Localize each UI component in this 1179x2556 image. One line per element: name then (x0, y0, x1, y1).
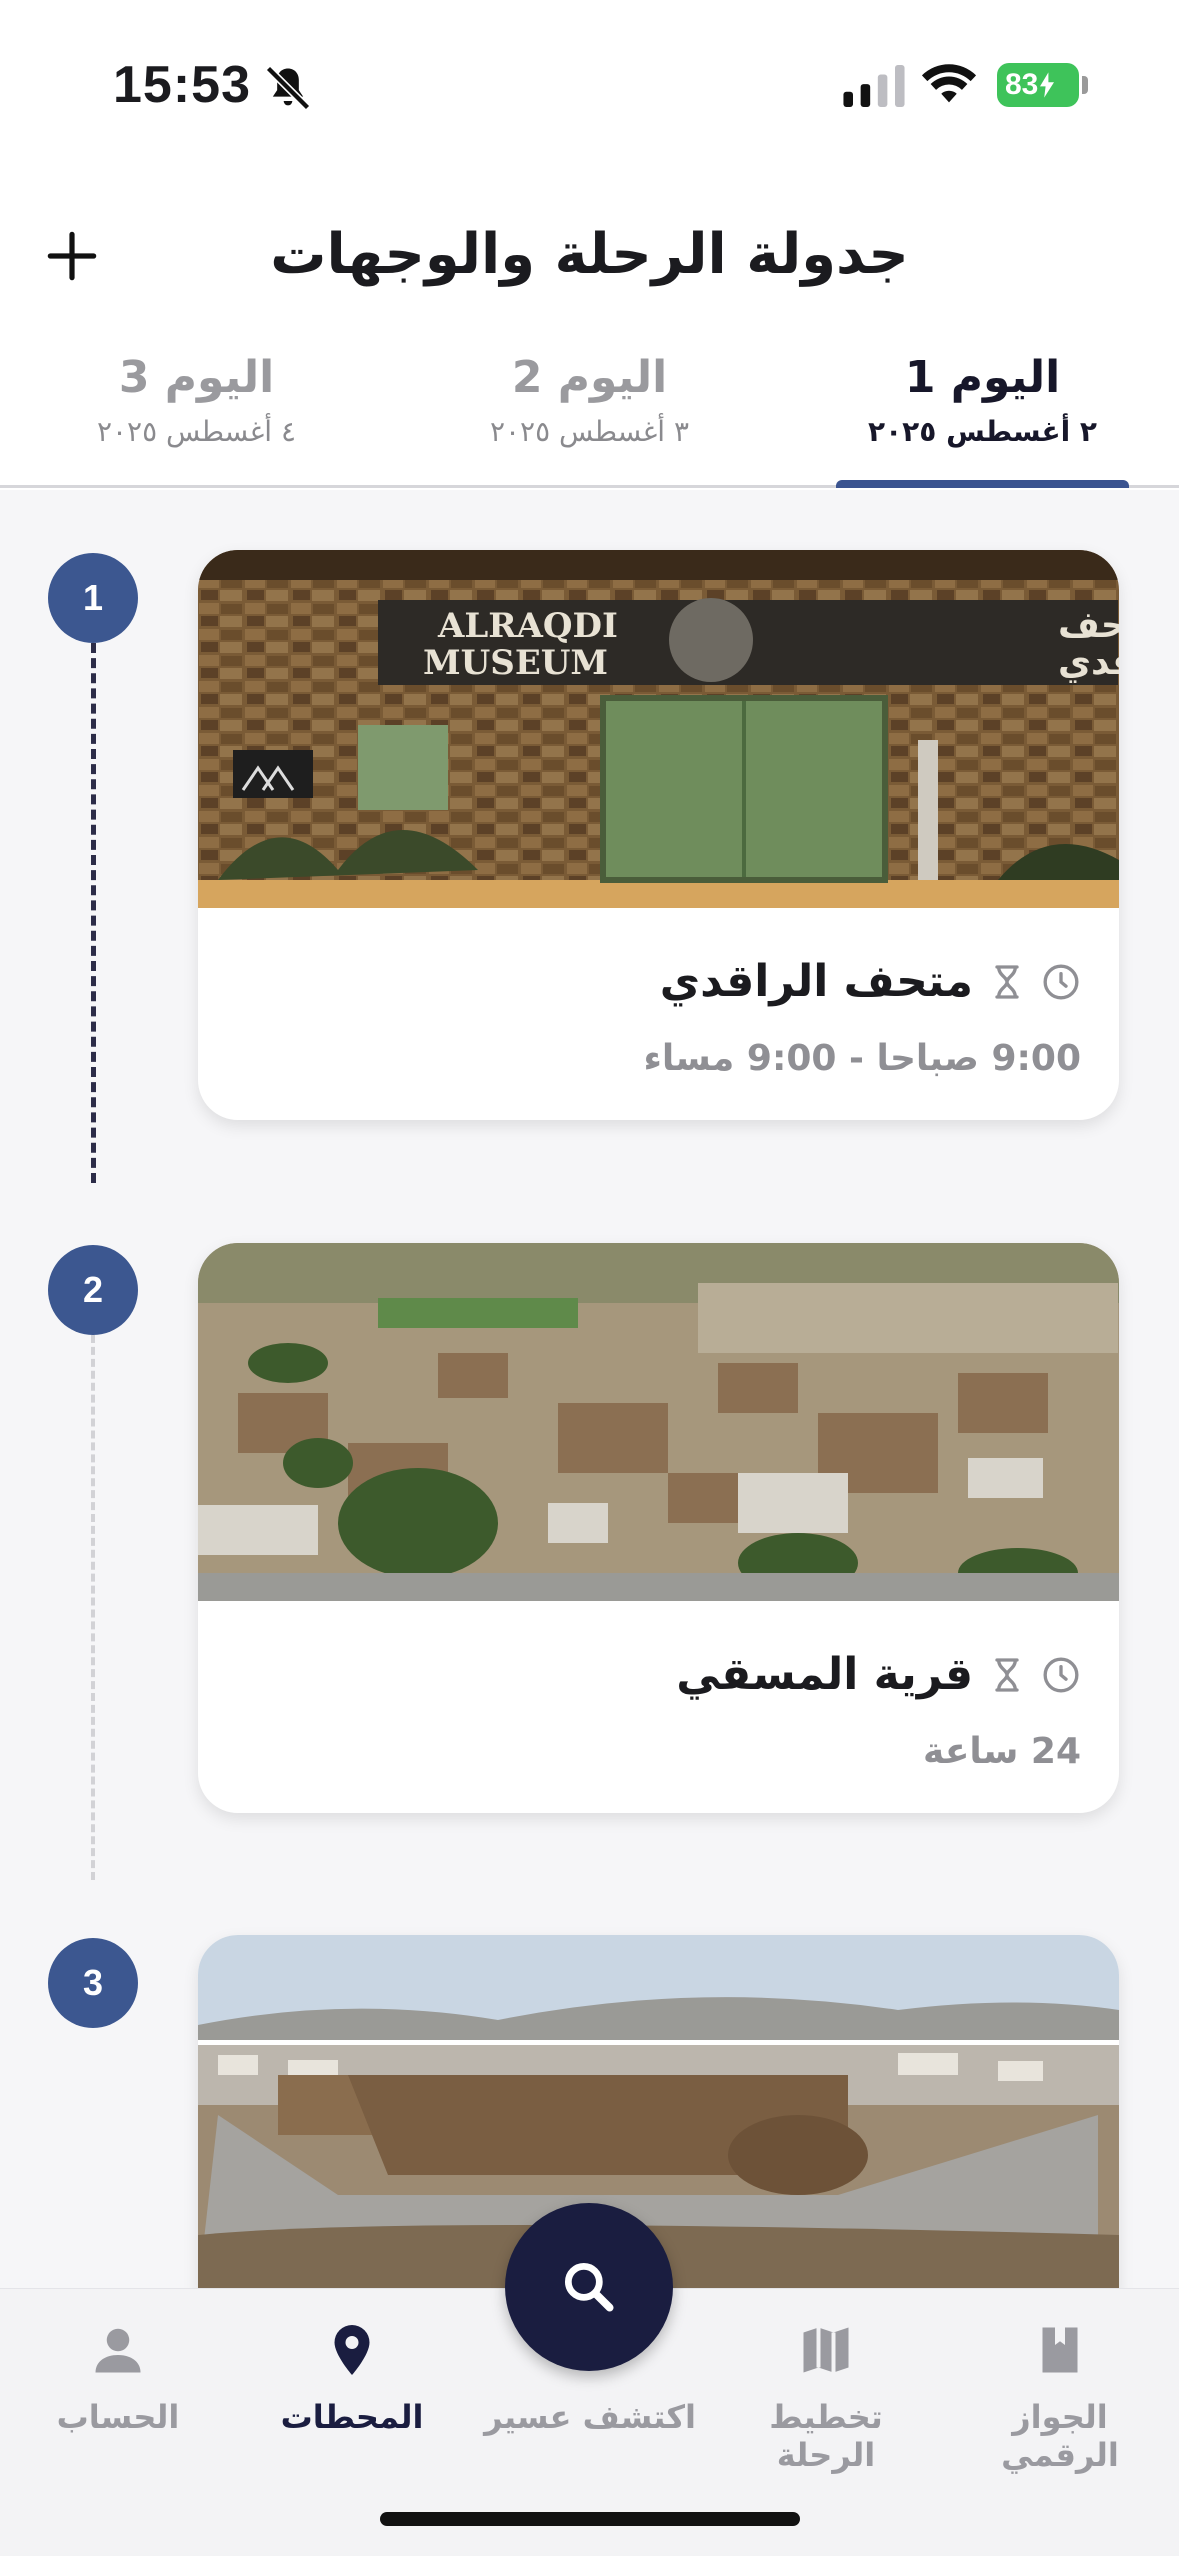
status-time: 15:53 (113, 56, 251, 114)
wifi-icon (921, 64, 977, 103)
timeline-connector (91, 1335, 95, 1880)
timeline-connector (91, 643, 96, 1183)
active-tab-indicator (836, 480, 1129, 488)
stop-photo: ALRAQDI MUSEUM متحف الراقدي (198, 550, 1119, 908)
clock-icon (1043, 964, 1079, 999)
nav-label: الحساب (56, 2398, 180, 2436)
home-indicator[interactable] (380, 2512, 800, 2526)
person-icon (95, 2328, 141, 2373)
map-icon (803, 2327, 849, 2373)
nav-account[interactable]: الحساب (8, 2320, 228, 2436)
museum-sign-text: MUSEUM (423, 643, 608, 683)
page-title: جدولة الرحلة والوجهات (270, 222, 909, 287)
stop-number-badge: 2 (48, 1245, 138, 1335)
tab-label: اليوم 3 (118, 352, 275, 403)
tab-day-2[interactable]: اليوم 2 ٣ أغسطس ٢٠٢٥ (393, 340, 786, 485)
tab-date: ٤ أغسطس ٢٠٢٥ (96, 415, 297, 448)
cellular-signal-icon (843, 65, 905, 107)
nav-label: تخطيط الرحلة (769, 2398, 883, 2474)
tab-label: اليوم 2 (511, 352, 668, 403)
bell-off-icon (265, 65, 311, 111)
charging-bolt-icon (1040, 72, 1055, 98)
nav-stations[interactable]: المحطات (242, 2320, 462, 2436)
hourglass-icon (995, 1657, 1019, 1692)
status-bar: 15:53 83 (0, 0, 1179, 170)
stop-number-badge: 1 (48, 553, 138, 643)
stop-hours: 9:00 صباحا - 9:00 مساء (643, 1038, 1082, 1079)
stop-hours: 24 ساعة (923, 1731, 1081, 1772)
tab-label: اليوم 1 (904, 352, 1061, 403)
museum-sign-text: ALRAQDI (437, 606, 618, 646)
battery-tip (1082, 76, 1088, 94)
stop-number-badge: 3 (48, 1938, 138, 2028)
nav-digital-passport[interactable]: الجواز الرقمي (950, 2320, 1170, 2474)
plus-icon[interactable] (46, 230, 98, 282)
nav-label: المحطات (280, 2398, 424, 2436)
tab-date: ٣ أغسطس ٢٠٢٥ (489, 415, 690, 448)
tab-day-1[interactable]: اليوم 1 ٢ أغسطس ٢٠٢٥ (786, 340, 1179, 488)
nav-trip-planning[interactable]: تخطيط الرحلة (716, 2320, 936, 2474)
clock-icon (1043, 1657, 1079, 1692)
book-icon (1042, 2327, 1078, 2373)
nav-label: الجواز الرقمي (1001, 2398, 1119, 2474)
location-pin-icon (334, 2325, 370, 2375)
stop-card-2[interactable]: قرية المسقي 24 ساعة (198, 1243, 1119, 1813)
search-icon (564, 2262, 614, 2312)
stop-title: قرية المسقي (676, 1649, 973, 1700)
stop-photo (198, 1243, 1119, 1601)
explore-search-button[interactable] (505, 2203, 673, 2371)
tab-date: ٢ أغسطس ٢٠٢٥ (867, 415, 1098, 448)
nav-label: اكتشف عسير (484, 2398, 696, 2436)
stop-card-1[interactable]: ALRAQDI MUSEUM متحف الراقدي متحف ال (198, 550, 1119, 1120)
battery-level: 83 (1005, 68, 1039, 101)
stop-title: متحف الراقدي (659, 956, 973, 1007)
museum-sign-text: الراقدي (1058, 642, 1119, 683)
hourglass-icon (995, 964, 1019, 999)
battery-indicator: 83 (997, 63, 1079, 107)
tab-day-3[interactable]: اليوم 3 ٤ أغسطس ٢٠٢٥ (0, 340, 393, 485)
day-tabs: اليوم 1 ٢ أغسطس ٢٠٢٥ اليوم 2 ٣ أغسطس ٢٠٢… (0, 340, 1179, 488)
museum-sign-text: متحف (1058, 605, 1119, 646)
